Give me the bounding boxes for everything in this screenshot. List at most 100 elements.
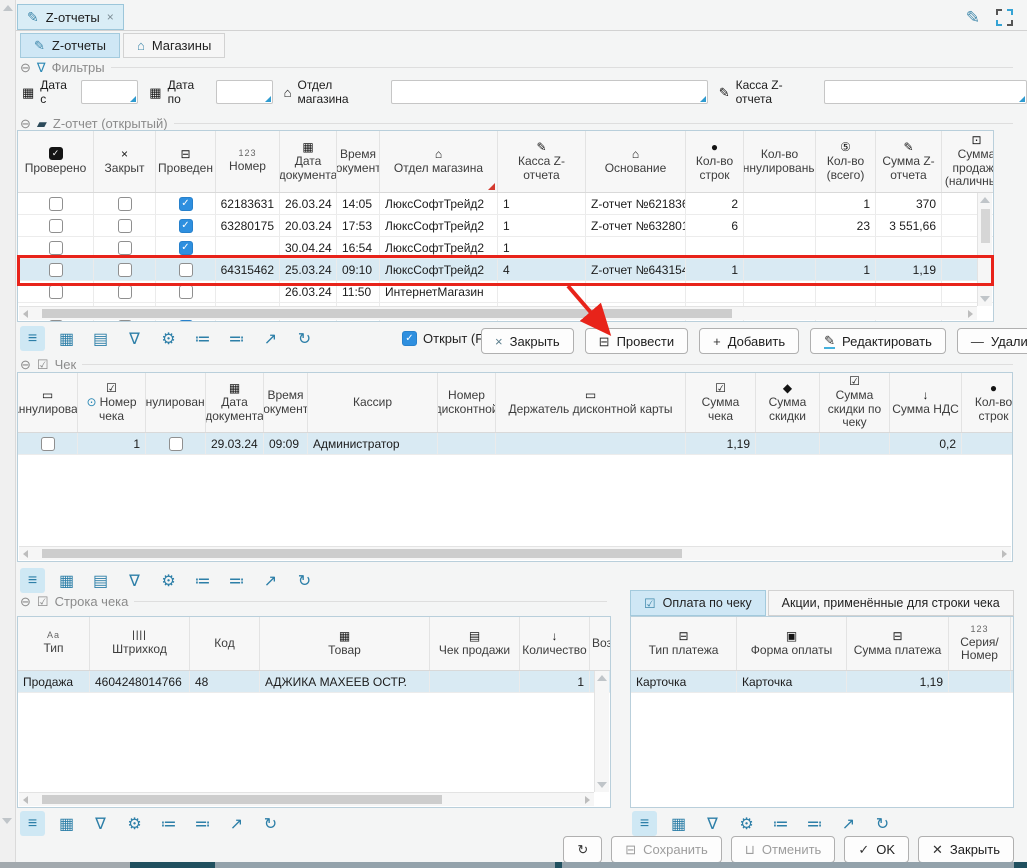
filter-icon[interactable]: ∇: [700, 811, 725, 836]
row-checkbox[interactable]: [118, 219, 132, 233]
row-checkbox[interactable]: [118, 241, 132, 255]
close-report-button[interactable]: ×Закрыть: [481, 328, 574, 354]
store-dept-input[interactable]: [392, 81, 707, 103]
grid-view-icon[interactable]: ▦: [54, 326, 79, 351]
row-checkbox[interactable]: [49, 197, 63, 211]
fullscreen-icon[interactable]: [996, 9, 1013, 26]
refresh-icon[interactable]: ↻: [870, 811, 895, 836]
column-header[interactable]: ↓Количество: [520, 617, 590, 670]
column-header[interactable]: ↓Сумма НДС: [890, 373, 962, 432]
vertical-scrollbar[interactable]: [594, 671, 609, 792]
edit-mode-icon[interactable]: ✎: [966, 9, 980, 26]
column-header[interactable]: ●Кол-во строк: [686, 131, 744, 192]
column-header[interactable]: ⑤Кол-во (всего): [816, 131, 876, 192]
column-header[interactable]: ▤Чек продажи: [430, 617, 520, 670]
scroll-up-icon[interactable]: [980, 197, 990, 203]
column-header[interactable]: ||||Штрихкод: [90, 617, 190, 670]
column-header[interactable]: ▣Форма оплаты: [737, 617, 847, 670]
column-header[interactable]: ↵Возврат о: [590, 617, 611, 670]
row-checkbox[interactable]: [179, 197, 193, 211]
refresh-button[interactable]: ↻: [563, 836, 602, 863]
page-scrollbar[interactable]: [0, 0, 16, 868]
column-header[interactable]: 123Номер: [216, 131, 280, 192]
column-header[interactable]: ▦Дата документа: [206, 373, 264, 432]
column-header[interactable]: AaТип: [18, 617, 90, 670]
row-checkbox[interactable]: [169, 437, 183, 451]
list-view-icon[interactable]: ≡: [20, 811, 45, 836]
list-view-icon[interactable]: ≡: [20, 326, 45, 351]
column-header[interactable]: ☑⊙Номер чека: [78, 373, 146, 432]
numbered-list-icon[interactable]: ≔: [156, 811, 181, 836]
row-checkbox[interactable]: [49, 285, 63, 299]
column-header[interactable]: ◆Сумма скидки: [756, 373, 820, 432]
scroll-up-icon[interactable]: [597, 675, 607, 681]
filter-icon[interactable]: ∇: [122, 568, 147, 593]
row-checkbox[interactable]: [49, 219, 63, 233]
table-row[interactable]: 26.03.2411:50ИнтернетМагазин: [18, 281, 994, 303]
column-header[interactable]: ▦Товар: [260, 617, 430, 670]
scroll-right-icon[interactable]: [585, 796, 590, 804]
grid-view-icon[interactable]: ▦: [54, 568, 79, 593]
table-row[interactable]: 30.04.2416:54ЛюксСофтТрейд21: [18, 237, 994, 259]
tab-close-icon[interactable]: ×: [107, 10, 114, 24]
row-checkbox[interactable]: [118, 263, 132, 277]
scroll-down-icon[interactable]: [597, 782, 607, 788]
grid-view-icon[interactable]: ▦: [666, 811, 691, 836]
external-link-icon[interactable]: ↗: [258, 326, 283, 351]
scroll-right-icon[interactable]: [1002, 550, 1007, 558]
column-header[interactable]: Код: [190, 617, 260, 670]
column-header[interactable]: ☑Сумма скидки по чеку: [820, 373, 890, 432]
column-header[interactable]: Время документа: [264, 373, 308, 432]
horizontal-scrollbar[interactable]: [19, 792, 594, 806]
column-header[interactable]: ▭Держатель дисконтной карты: [496, 373, 686, 432]
table-row[interactable]: 129.03.2409:09Администратор1,190,21: [18, 433, 1013, 455]
table-row[interactable]: 6431546225.03.2409:10ЛюксСофтТрейд24Z-от…: [18, 259, 994, 281]
list-view-icon[interactable]: ≡: [632, 811, 657, 836]
column-header[interactable]: Кол-во аннулированых: [744, 131, 816, 192]
add-row-icon[interactable]: ≕: [190, 811, 215, 836]
scrollbar-thumb[interactable]: [42, 309, 732, 318]
settings-gear-icon[interactable]: ⚙: [122, 811, 147, 836]
column-header[interactable]: ✓Проверено: [18, 131, 94, 192]
column-header[interactable]: ⌂Отдел магазина: [380, 131, 498, 192]
cancel-button[interactable]: ⊔Отменить: [731, 836, 836, 863]
date-from-input[interactable]: [82, 81, 137, 103]
vertical-scrollbar[interactable]: [977, 193, 992, 306]
collapse-icon[interactable]: ⊖: [20, 61, 31, 74]
column-header[interactable]: ●Кол-во строк: [962, 373, 1013, 432]
row-checkbox[interactable]: [49, 263, 63, 277]
settings-gear-icon[interactable]: ⚙: [156, 326, 181, 351]
calendar-view-icon[interactable]: ▤: [88, 568, 113, 593]
settings-gear-icon[interactable]: ⚙: [734, 811, 759, 836]
row-checkbox[interactable]: [179, 241, 193, 255]
refresh-icon[interactable]: ↻: [258, 811, 283, 836]
tab-payment[interactable]: ☑Оплата по чеку: [630, 590, 766, 616]
column-header[interactable]: ☑Сумма чека: [686, 373, 756, 432]
save-button[interactable]: ⊟Сохранить: [611, 836, 722, 863]
column-header[interactable]: Кассир: [308, 373, 438, 432]
row-checkbox[interactable]: [118, 285, 132, 299]
add-row-icon[interactable]: ≕: [224, 326, 249, 351]
tab-zreports[interactable]: ✎Z-отчеты: [20, 33, 120, 58]
column-header[interactable]: Аннулированый: [146, 373, 206, 432]
filter-icon[interactable]: ∇: [88, 811, 113, 836]
add-row-icon[interactable]: ≕: [224, 568, 249, 593]
external-link-icon[interactable]: ↗: [836, 811, 861, 836]
list-view-icon[interactable]: ≡: [20, 568, 45, 593]
external-link-icon[interactable]: ↗: [224, 811, 249, 836]
scroll-left-icon[interactable]: [23, 310, 28, 318]
delete-button[interactable]: —Удалить: [957, 328, 1027, 354]
row-checkbox[interactable]: [118, 197, 132, 211]
grid-view-icon[interactable]: ▦: [54, 811, 79, 836]
edit-button[interactable]: ✎Редактировать: [810, 328, 946, 354]
scrollbar-thumb[interactable]: [42, 795, 442, 804]
scroll-left-icon[interactable]: [23, 550, 28, 558]
row-checkbox[interactable]: [49, 241, 63, 255]
external-link-icon[interactable]: ↗: [258, 568, 283, 593]
document-tab-zreports[interactable]: ✎ Z-отчеты ×: [17, 4, 124, 30]
column-header[interactable]: ▦Дата документа: [280, 131, 337, 192]
add-row-icon[interactable]: ≕: [802, 811, 827, 836]
column-header[interactable]: ▭Аннулирован: [18, 373, 78, 432]
horizontal-scrollbar[interactable]: [19, 306, 977, 320]
refresh-icon[interactable]: ↻: [292, 568, 317, 593]
